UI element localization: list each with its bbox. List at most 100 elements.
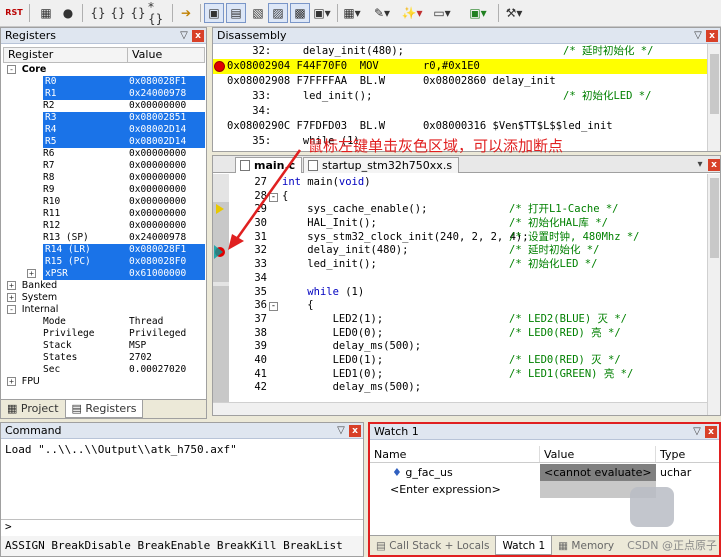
register-row[interactable]: R5 0x08002D14 [3, 136, 205, 148]
tab-main-c[interactable]: main.c [235, 157, 303, 173]
col-register[interactable]: Register [4, 48, 128, 62]
code-line[interactable]: 32 delay_init(480); /* 延时初始化 */ [229, 244, 707, 258]
code-line[interactable]: 36- { [229, 299, 707, 313]
step-out-icon[interactable]: {} [128, 3, 148, 23]
editor-hscrollbar[interactable] [213, 402, 707, 415]
close-icon[interactable]: x [349, 425, 361, 437]
code-line[interactable]: 28-{ [229, 190, 707, 204]
code-line[interactable]: 27 int main(void) [229, 176, 707, 190]
internal-row[interactable]: Privilege Privileged [3, 328, 205, 340]
disassembly-row[interactable]: 34: [213, 104, 709, 119]
pin-icon[interactable]: ▽ [692, 29, 704, 43]
register-value[interactable]: 0x00000000 [129, 100, 205, 112]
code-line[interactable]: 33 led_init(); /* 初始化LED */ [229, 258, 707, 272]
internal-row[interactable]: States 2702 [3, 352, 205, 364]
register-value[interactable]: 0x08002D14 [129, 136, 205, 148]
register-value[interactable]: 0x080028F1 [129, 244, 205, 256]
tree-node-banked[interactable]: + Banked [3, 280, 205, 292]
tab-watch1[interactable]: Watch 1 [495, 536, 553, 555]
code-line[interactable]: 30 HAL_Init(); /* 初始化HAL库 */ [229, 217, 707, 231]
internal-row[interactable]: Mode Thread [3, 316, 205, 328]
symbols-window-icon[interactable]: ▧ [248, 3, 268, 23]
analysis-window-icon[interactable]: ✨▾ [402, 3, 423, 23]
register-row[interactable]: R14 (LR) 0x080028F1 [3, 244, 205, 256]
collapse-icon[interactable]: - [7, 305, 16, 314]
internal-row[interactable]: Stack MSP [3, 340, 205, 352]
disassembly-row[interactable]: 0x08002904 F44F70F0 MOV r0,#0x1E0 [213, 59, 709, 74]
code-line[interactable]: 42 delay_ms(500); [229, 381, 707, 395]
register-row[interactable]: R1 0x24000978 [3, 88, 205, 100]
code-line[interactable]: 31 sys_stm32_clock_init(240, 2, 2, 4);/*… [229, 231, 707, 245]
register-value[interactable]: 0x080028F1 [129, 76, 205, 88]
build-icon[interactable]: ▦ [36, 3, 56, 23]
serial-window-icon[interactable]: ✎▾ [372, 3, 392, 23]
run-to-cursor-icon[interactable]: *{} [148, 1, 168, 25]
pin-icon[interactable]: ▽ [691, 425, 703, 439]
register-value[interactable]: 0x00000000 [129, 172, 205, 184]
close-icon[interactable]: x [192, 30, 204, 42]
register-row[interactable]: R15 (PC) 0x080028F0 [3, 256, 205, 268]
col-name[interactable]: Name [370, 446, 540, 462]
code-listing[interactable]: 27 int main(void) 28-{29 sys_cache_enable(… [229, 176, 707, 395]
register-value[interactable]: 0x08002D14 [129, 124, 205, 136]
pin-icon[interactable]: ▽ [178, 29, 190, 43]
register-value[interactable]: 0x00000000 [129, 148, 205, 160]
register-value[interactable]: 0x00000000 [129, 208, 205, 220]
memory-window-icon[interactable]: ▦▾ [342, 3, 362, 23]
register-row[interactable]: R7 0x00000000 [3, 160, 205, 172]
tree-node-fpu[interactable]: + FPU [3, 376, 205, 388]
code-line[interactable]: 29 sys_cache_enable(); /* 打开L1-Cache */ [229, 203, 707, 217]
command-input[interactable]: > [1, 519, 363, 534]
register-row[interactable]: R12 0x00000000 [3, 220, 205, 232]
editor-scrollbar[interactable] [707, 174, 720, 415]
disassembly-row[interactable]: 0x08002908 F7FFFFAA BL.W 0x08002860 dela… [213, 74, 709, 89]
fold-toggle-icon[interactable]: - [269, 302, 278, 312]
register-row[interactable]: R9 0x00000000 [3, 184, 205, 196]
enter-expression[interactable]: <Enter expression> [370, 481, 540, 498]
register-row[interactable]: R4 0x08002D14 [3, 124, 205, 136]
code-line[interactable]: 39 delay_ms(500); [229, 340, 707, 354]
call-stack-icon[interactable]: ▩ [290, 3, 310, 23]
expand-icon[interactable]: + [7, 293, 16, 302]
col-value[interactable]: Value [128, 48, 204, 62]
close-icon[interactable]: x [706, 30, 718, 42]
internal-row[interactable]: Sec 0.00027020 [3, 364, 205, 376]
system-viewer-icon[interactable]: ▣▾ [468, 3, 488, 23]
watch-name[interactable]: ♦ g_fac_us [370, 464, 540, 481]
code-line[interactable]: 35 while (1) [229, 286, 707, 300]
disassembly-scrollbar[interactable] [707, 44, 720, 151]
command-window-icon[interactable]: ▣ [204, 3, 224, 23]
register-value[interactable]: 0x00000000 [129, 220, 205, 232]
register-row[interactable]: R13 (SP) 0x24000978 [3, 232, 205, 244]
code-line[interactable]: 37 LED2(1); /* LED2(BLUE) 灭 */ [229, 313, 707, 327]
register-value[interactable]: 0x61000000 [129, 268, 205, 280]
watch-window-icon[interactable]: ▣▾ [312, 3, 332, 23]
breakpoint-gutter[interactable] [213, 174, 229, 415]
tree-node-internal[interactable]: - Internal [3, 304, 205, 316]
expand-icon[interactable]: + [7, 281, 16, 290]
tab-memory[interactable]: ▦ Memory [552, 536, 620, 555]
gutter-gray-area[interactable] [213, 286, 229, 414]
show-next-icon[interactable]: ➔ [176, 3, 196, 23]
expand-icon[interactable]: + [27, 269, 36, 278]
register-row[interactable]: R3 0x08002851 [3, 112, 205, 124]
tree-node-system[interactable]: + System [3, 292, 205, 304]
disassembly-row[interactable]: 32: delay_init(480); /* 延时初始化 */ [213, 44, 709, 59]
register-row[interactable]: R10 0x00000000 [3, 196, 205, 208]
register-value[interactable]: 0x00000000 [129, 196, 205, 208]
fold-toggle-icon[interactable]: - [269, 192, 278, 202]
step-over-icon[interactable]: {} [108, 3, 128, 23]
gutter-gray-area[interactable] [213, 202, 229, 282]
register-row[interactable]: R8 0x00000000 [3, 172, 205, 184]
tab-startup[interactable]: startup_stm32h750xx.s [303, 157, 460, 173]
disassembly-listing[interactable]: 32: delay_init(480); /* 延时初始化 */ 0x0800290… [213, 44, 709, 149]
register-value[interactable]: 0x08002851 [129, 112, 205, 124]
tab-registers[interactable]: ▤ Registers [64, 400, 144, 418]
register-row[interactable]: R0 0x080028F1 [3, 76, 205, 88]
close-icon[interactable]: x [708, 159, 720, 171]
close-icon[interactable]: x [705, 426, 717, 438]
col-type[interactable]: Type [656, 446, 719, 462]
toolbox-icon[interactable]: ⚒▾ [504, 3, 524, 23]
collapse-icon[interactable]: - [7, 65, 16, 74]
register-row[interactable]: R11 0x00000000 [3, 208, 205, 220]
